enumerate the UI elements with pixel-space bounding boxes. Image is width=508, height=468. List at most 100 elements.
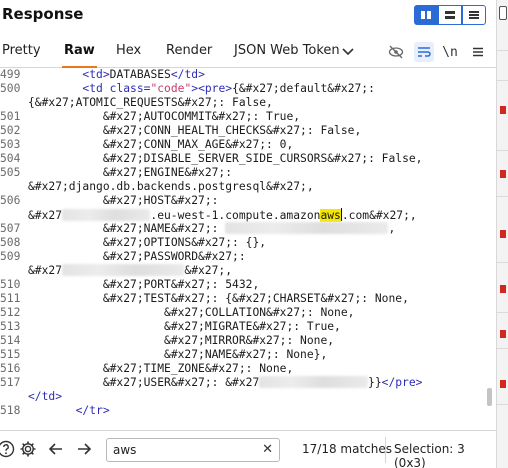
tab-render[interactable]: Render — [164, 34, 214, 68]
line-number: 507 — [0, 222, 20, 235]
issue-marker[interactable] — [500, 170, 506, 178]
code-line: 509 &#x27;PASSWORD&#x27;: — [0, 250, 488, 264]
columns-layout-button[interactable] — [414, 5, 438, 25]
code-token: &#x27;USER&#x27;: &#x27 — [28, 376, 260, 389]
issue-marker[interactable] — [500, 106, 506, 114]
issue-marker[interactable] — [500, 230, 506, 238]
line-text: &#x27 &#x27;, — [28, 264, 232, 278]
code-token: , — [388, 222, 396, 235]
search-bar: ✕ 17/18 matches Selection: 3 (0x3) — [0, 430, 496, 468]
single-panel-button[interactable] — [462, 5, 486, 25]
settings-button[interactable] — [18, 439, 38, 459]
search-highlight: aws — [320, 209, 341, 222]
code-line: 502 &#x27;CONN_HEALTH_CHECKS&#x27;: Fals… — [0, 124, 488, 138]
line-number: 502 — [0, 124, 20, 137]
issue-marker[interactable] — [500, 285, 506, 293]
code-line: 503 &#x27;CONN_MAX_AGE&#x27;: 0, — [0, 138, 488, 152]
line-number: 515 — [0, 348, 20, 361]
code-line: 508 &#x27;OPTIONS&#x27;: {}, — [0, 236, 488, 250]
tabs-dropdown-button[interactable] — [338, 42, 358, 62]
rows-layout-icon — [445, 11, 455, 19]
redacted-text — [62, 264, 185, 276]
rows-layout-button[interactable] — [438, 5, 462, 25]
help-icon — [0, 440, 15, 458]
line-number: 506 — [0, 194, 20, 207]
code-token: &#x27 — [28, 209, 63, 222]
code-token: &#x27;django.db.backends.postgresql&#x27… — [28, 180, 314, 193]
hide-button[interactable] — [386, 42, 406, 62]
redacted-text — [259, 376, 369, 388]
options-menu-button[interactable] — [468, 42, 488, 62]
line-text: &#x27;PASSWORD&#x27;: — [28, 250, 246, 264]
code-token: &#x27;CONN_HEALTH_CHECKS&#x27;: False, — [28, 124, 362, 137]
search-input[interactable] — [113, 442, 263, 458]
line-number: 503 — [0, 138, 20, 151]
code-line: 518 </tr> — [0, 404, 488, 418]
redacted-text — [62, 209, 151, 221]
line-number: 518 — [0, 404, 20, 417]
line-text: <td>DATABASES</td> — [28, 68, 204, 82]
tab-json-web-token[interactable]: JSON Web Token — [232, 34, 342, 68]
code-token: ><pre> — [191, 82, 233, 95]
help-button[interactable] — [0, 439, 16, 459]
next-match-button[interactable] — [74, 439, 94, 459]
line-text: &#x27;CONN_MAX_AGE&#x27;: 0, — [28, 138, 293, 152]
word-wrap-icon — [418, 47, 431, 57]
code-line: 499 <td>DATABASES</td> — [0, 68, 488, 82]
line-text: &#x27;django.db.backends.postgresql&#x27… — [28, 180, 314, 194]
line-number: 505 — [0, 166, 20, 179]
hamburger-menu-icon — [473, 47, 483, 57]
search-field[interactable]: ✕ — [106, 438, 280, 462]
code-token: &#x27;OPTIONS&#x27;: {}, — [28, 236, 267, 249]
response-code-view[interactable]: 499 <td>DATABASES</td> 500 <td class="cod… — [0, 68, 496, 430]
single-panel-icon — [469, 11, 479, 19]
line-text: </td> — [28, 390, 62, 404]
code-token: &#x27;PORT&#x27;: 5432, — [28, 278, 260, 291]
code-token: &#x27;NAME&#x27;: — [28, 222, 226, 235]
code-token: &#x27;TEST&#x27;: {&#x27;CHARSET&#x27;: … — [28, 292, 409, 305]
code-token: &#x27;CONN_MAX_AGE&#x27;: 0, — [28, 138, 294, 151]
line-text: &#x27;USER&#x27;: &#x27}}</pre> — [28, 376, 422, 390]
code-token: </tr> — [75, 404, 110, 417]
code-line: 513 &#x27;MIGRATE&#x27;: True, — [0, 320, 488, 334]
line-text: &#x27;TIME_ZONE&#x27;: None, — [28, 362, 293, 376]
view-tabs: Pretty Raw Hex Render JSON Web Token \n — [0, 34, 496, 69]
line-number: 514 — [0, 334, 20, 347]
line-number: 513 — [0, 320, 20, 333]
code-token: <td — [82, 82, 110, 95]
code-token: &#x27;PASSWORD&#x27;: — [28, 250, 246, 263]
code-line: 516 &#x27;TIME_ZONE&#x27;: None, — [0, 362, 488, 376]
side-panel-toggle[interactable] — [499, 6, 507, 20]
code-line: 507 &#x27;NAME&#x27;: , — [0, 222, 488, 236]
line-number: 516 — [0, 362, 20, 375]
tab-pretty[interactable]: Pretty — [0, 34, 43, 68]
line-text: &#x27;MIGRATE&#x27;: True, — [28, 320, 341, 334]
newline-toggle-button[interactable]: \n — [440, 42, 460, 62]
line-text: &#x27;OPTIONS&#x27;: {}, — [28, 236, 266, 250]
line-text: &#x27;COLLATION&#x27;: None, — [28, 306, 354, 320]
code-line: </td> — [0, 390, 488, 404]
vertical-scrollbar-thumb[interactable] — [487, 388, 492, 406]
issue-marker[interactable] — [500, 330, 506, 338]
line-text: &#x27;NAME&#x27;: None}, — [28, 348, 327, 362]
title-bar: Response — [0, 0, 508, 30]
word-wrap-button[interactable] — [414, 42, 434, 62]
tab-hex[interactable]: Hex — [114, 34, 143, 68]
divider — [385, 437, 386, 463]
previous-match-button[interactable] — [46, 439, 66, 459]
issue-marker[interactable] — [500, 380, 506, 388]
code-line: &#x27 .eu-west-1.compute.amazonaws.com&#x… — [0, 208, 488, 222]
line-number: 517 — [0, 376, 20, 389]
line-text: </tr> — [28, 404, 110, 418]
code-token: class= — [109, 82, 151, 95]
line-text: &#x27;AUTOCOMMIT&#x27;: True, — [28, 110, 300, 124]
close-icon[interactable]: ✕ — [262, 442, 273, 457]
code-token: </td> — [28, 390, 63, 403]
tab-raw[interactable]: Raw — [62, 34, 97, 69]
line-text: &#x27;HOST&#x27;: — [28, 194, 219, 208]
line-text: <td class="code"><pre>{&#x27;default&#x2… — [28, 82, 374, 96]
code-line: 501 &#x27;AUTOCOMMIT&#x27;: True, — [0, 110, 488, 124]
